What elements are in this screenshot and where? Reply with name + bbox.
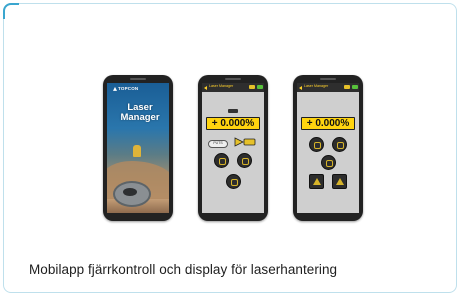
worker-image (133, 145, 141, 157)
splash-screen: TOPCON Laser Manager (107, 83, 169, 213)
signal-icon (257, 85, 263, 89)
brand-logo: TOPCON (113, 86, 138, 91)
grade-readout: + 0.000% (301, 117, 355, 130)
battery-icon (249, 85, 255, 89)
lock-button[interactable] (321, 155, 336, 170)
speaker-button[interactable] (309, 137, 324, 152)
display-topbar: Laser Manager (297, 83, 359, 92)
menu-button[interactable] (226, 174, 241, 189)
slope-down-button[interactable] (332, 174, 347, 189)
remote-topbar-title: Laser Manager (209, 84, 234, 88)
caption: Mobilapp fjärrkontroll och display för l… (29, 262, 338, 277)
lock-button[interactable] (214, 153, 229, 168)
phone-splash: TOPCON Laser Manager (103, 75, 173, 221)
pipe-image (113, 181, 151, 207)
remote-screen: Laser Manager + 0.000% PUTS (202, 83, 264, 213)
laser-icon (234, 137, 256, 147)
drop-button[interactable] (332, 137, 347, 152)
brand-mark-icon (113, 86, 117, 91)
card-corner-accent (3, 3, 19, 19)
signal-icon (352, 85, 358, 89)
target-button[interactable] (237, 153, 252, 168)
brand-text: TOPCON (118, 86, 139, 91)
back-icon[interactable] (299, 86, 302, 90)
phone-remote: Laser Manager + 0.000% PUTS (198, 75, 268, 221)
indicator-icon (228, 109, 238, 113)
app-title: Laser Manager (120, 102, 160, 123)
phone-display: Laser Manager + 0.000% (293, 75, 363, 221)
slope-up-button[interactable] (309, 174, 324, 189)
battery-icon (344, 85, 350, 89)
back-icon[interactable] (204, 86, 207, 90)
grade-readout: + 0.000% (206, 117, 260, 130)
pill-button[interactable]: PUTS (208, 140, 228, 148)
display-topbar-title: Laser Manager (304, 84, 329, 88)
remote-topbar: Laser Manager (202, 83, 264, 92)
display-screen: Laser Manager + 0.000% (297, 83, 359, 213)
